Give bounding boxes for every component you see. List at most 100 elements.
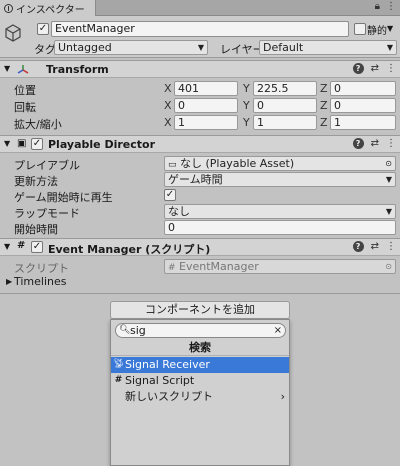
scale-z-field[interactable]: 1: [330, 115, 396, 130]
rotation-z-field[interactable]: 0: [330, 98, 396, 113]
lock-icon[interactable]: 🔒︎: [375, 1, 380, 12]
preset-icon[interactable]: ⇄: [371, 63, 379, 74]
component-menu-icon[interactable]: ⋮: [386, 241, 396, 252]
playable-director-title: Playable Director: [48, 138, 155, 151]
preset-icon[interactable]: ⇄: [371, 241, 379, 252]
playable-asset-field[interactable]: ▭ なし (Playable Asset) ⊙: [164, 156, 396, 171]
transform-icon: [17, 65, 29, 74]
timelines-label[interactable]: Timelines: [14, 275, 67, 288]
help-icon[interactable]: ?: [352, 63, 364, 74]
axis-z-label[interactable]: Z: [320, 116, 328, 129]
add-component-popup: 🔍︎ sig × 検索 📡︎ Signal Receiver # Signal …: [110, 319, 290, 466]
event-manager-header[interactable]: ▼ # Event Manager (スクリプト) ? ⇄ ⋮: [0, 238, 400, 256]
axis-x-label[interactable]: X: [164, 116, 172, 129]
static-dropdown-icon[interactable]: ▼: [387, 24, 393, 33]
chevron-right-icon: ›: [280, 390, 285, 403]
preset-icon[interactable]: ⇄: [371, 138, 379, 149]
axis-z-label[interactable]: Z: [320, 82, 328, 95]
update-method-value: ゲーム時間: [168, 173, 223, 186]
component-icons: ? ⇄ ⋮: [352, 138, 396, 149]
menu-icon[interactable]: ⋮: [386, 1, 396, 12]
axis-x-label[interactable]: X: [164, 82, 172, 95]
help-icon[interactable]: ?: [352, 138, 364, 149]
wrap-mode-value: なし: [168, 205, 190, 218]
collapse-triangle-icon[interactable]: ▼: [4, 139, 10, 148]
rotation-x-field[interactable]: 0: [174, 98, 238, 113]
divider: [0, 293, 400, 294]
chevron-down-icon: ▼: [385, 175, 392, 184]
layer-value: Default: [263, 41, 304, 54]
object-name-field[interactable]: EventManager: [51, 21, 349, 37]
tag-dropdown[interactable]: Untagged ▼: [54, 40, 208, 55]
row-label: 位置: [14, 84, 36, 97]
chevron-down-icon: ▼: [386, 43, 393, 52]
position-y-field[interactable]: 225.5: [253, 81, 317, 96]
component-menu-icon[interactable]: ⋮: [386, 138, 396, 149]
popup-item-label: 新しいスクリプト: [125, 390, 213, 403]
search-icon: 🔍︎: [119, 325, 131, 335]
object-picker-icon[interactable]: ⊙: [385, 157, 392, 170]
popup-item-new-script[interactable]: 新しいスクリプト ›: [111, 389, 289, 405]
scale-x-field[interactable]: 1: [174, 115, 238, 130]
tag-label: タグ: [34, 43, 56, 56]
playable-director-header[interactable]: ▼ ▣ Playable Director ? ⇄ ⋮: [0, 135, 400, 153]
tab-bar: インスペクター 🔒︎ ⋮: [0, 0, 400, 16]
tab-controls: 🔒︎ ⋮: [375, 1, 396, 12]
axis-z-label[interactable]: Z: [320, 99, 328, 112]
layer-label: レイヤー: [220, 43, 264, 56]
clear-search-icon[interactable]: ×: [274, 324, 282, 337]
event-manager-title: Event Manager (スクリプト): [48, 243, 211, 256]
popup-item-signal-script[interactable]: # Signal Script: [111, 373, 289, 389]
component-icons: ? ⇄ ⋮: [352, 63, 396, 74]
collapse-triangle-icon[interactable]: ▼: [4, 242, 10, 251]
gameobject-header: EventManager 静的 ▼ タグ Untagged ▼ レイヤー Def…: [0, 16, 400, 58]
axis-x-label[interactable]: X: [164, 99, 172, 112]
timelines-foldout-icon[interactable]: ▶: [6, 277, 12, 286]
static-label: 静的: [367, 26, 387, 37]
popup-item-label: Signal Script: [125, 374, 195, 387]
play-on-awake-label: ゲーム開始時に再生: [14, 191, 113, 204]
script-value: EventManager: [179, 260, 259, 273]
help-icon[interactable]: ?: [352, 241, 364, 252]
popup-item-label: Signal Receiver: [125, 358, 210, 371]
chevron-down-icon: ▼: [197, 43, 204, 52]
search-value: sig: [130, 324, 146, 337]
component-menu-icon[interactable]: ⋮: [386, 63, 396, 74]
scale-y-field[interactable]: 1: [253, 115, 317, 130]
collapse-triangle-icon[interactable]: ▼: [4, 64, 10, 73]
playable-label: プレイアブル: [14, 159, 80, 172]
component-enabled-checkbox[interactable]: [31, 241, 43, 253]
script-field-icon: #: [168, 263, 176, 273]
transform-header[interactable]: ▼ Transform ? ⇄ ⋮: [0, 60, 400, 78]
rotation-y-field[interactable]: 0: [253, 98, 317, 113]
gameobject-cube-icon: [5, 24, 21, 42]
position-x-field[interactable]: 401: [174, 81, 238, 96]
playable-director-icon: ▣: [17, 138, 27, 149]
tab-inspector[interactable]: インスペクター: [0, 0, 96, 16]
layer-dropdown[interactable]: Default ▼: [259, 40, 397, 55]
axis-y-label[interactable]: Y: [243, 116, 250, 129]
component-search-input[interactable]: 🔍︎ sig ×: [115, 323, 286, 338]
chevron-down-icon: ▼: [385, 207, 392, 216]
position-z-field[interactable]: 0: [330, 81, 396, 96]
popup-item-signal-receiver[interactable]: 📡︎ Signal Receiver: [111, 357, 289, 373]
initial-time-field[interactable]: 0: [164, 220, 396, 235]
tag-value: Untagged: [58, 41, 112, 54]
static-checkbox[interactable]: [354, 23, 366, 35]
active-checkbox[interactable]: [37, 23, 49, 35]
initial-time-label: 開始時間: [14, 223, 58, 236]
update-method-label: 更新方法: [14, 175, 58, 188]
tab-title: インスペクター: [16, 4, 85, 16]
play-on-awake-checkbox[interactable]: [164, 189, 176, 201]
axis-y-label[interactable]: Y: [243, 82, 250, 95]
component-enabled-checkbox[interactable]: [31, 138, 43, 150]
script-label: スクリプト: [14, 262, 69, 275]
script-icon: #: [114, 375, 123, 385]
add-component-button[interactable]: コンポーネントを追加: [110, 301, 290, 319]
wrap-mode-dropdown[interactable]: なし ▼: [164, 204, 396, 219]
component-icons: ? ⇄ ⋮: [352, 241, 396, 252]
script-field: # EventManager ⊙: [164, 259, 396, 274]
playable-asset-icon: ▭: [168, 160, 177, 170]
update-method-dropdown[interactable]: ゲーム時間 ▼: [164, 172, 396, 187]
axis-y-label[interactable]: Y: [243, 99, 250, 112]
